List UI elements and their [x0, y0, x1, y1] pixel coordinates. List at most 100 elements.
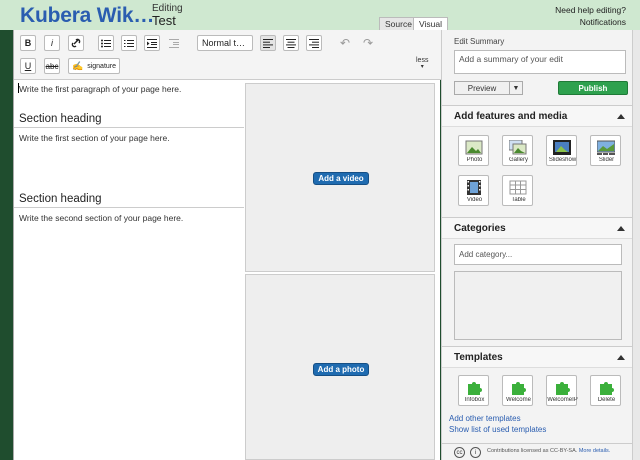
template-infobox-label: Infobox [464, 397, 485, 403]
section-heading-2[interactable]: Section heading [19, 193, 101, 205]
feature-slider-label: Slider [598, 157, 615, 163]
preview-button[interactable]: Preview [454, 81, 510, 95]
edit-summary-label: Edit Summary [454, 37, 505, 46]
used-templates-link[interactable]: Show list of used templates [449, 425, 546, 434]
section-heading-1[interactable]: Section heading [19, 113, 101, 125]
undo-icon: ↶ [339, 36, 351, 50]
numbered-list-button[interactable] [121, 35, 137, 51]
feature-gallery[interactable]: Gallery [502, 135, 533, 166]
template-delete-label: Delete [597, 397, 616, 403]
heading-rule [14, 127, 244, 128]
license-footer: cc i Contributions licensed as CC-BY-SA.… [442, 443, 633, 460]
feature-table[interactable]: Table [502, 175, 533, 206]
by-icon: i [470, 447, 481, 458]
editor-area: B i Normal t… ↶ ↷ U abc ✍ signature less… [13, 30, 441, 460]
outdent-button[interactable] [166, 35, 182, 51]
category-list [454, 271, 622, 340]
signature-button[interactable]: ✍ signature [68, 58, 120, 74]
edit-summary-input[interactable]: Add a summary of your edit [454, 50, 626, 74]
table-icon [509, 180, 527, 195]
less-toggle[interactable]: less ▾ [416, 57, 428, 70]
publish-button[interactable]: Publish [558, 81, 628, 95]
right-rail: Edit Summary Add a summary of your edit … [441, 30, 633, 460]
license-statement: Contributions licensed as CC-BY-SA. [487, 448, 578, 454]
feature-photo[interactable]: Photo [458, 135, 489, 166]
slider-icon [597, 140, 615, 155]
signature-label: signature [87, 62, 116, 70]
numbered-list-icon [124, 39, 134, 47]
photo-icon [465, 140, 483, 155]
add-templates-link[interactable]: Add other templates [449, 414, 521, 423]
align-left-icon [263, 38, 273, 48]
templates-header[interactable]: Templates [442, 346, 633, 368]
paragraph-3[interactable]: Write the second section of your page he… [19, 213, 183, 223]
help-link[interactable]: Need help editing? [555, 5, 626, 15]
collapse-icon[interactable] [617, 355, 625, 360]
feature-table-label: Table [511, 197, 526, 203]
puzzle-piece-icon [512, 382, 526, 395]
bullet-list-button[interactable] [98, 35, 114, 51]
collapse-icon[interactable] [617, 114, 625, 119]
slideshow-icon [553, 140, 571, 155]
tab-visual[interactable]: Visual [413, 17, 448, 30]
italic-button[interactable]: i [44, 35, 60, 51]
add-photo-button[interactable]: Add a photo [313, 363, 369, 376]
indent-button[interactable] [144, 35, 160, 51]
outdent-icon [169, 38, 179, 48]
template-delete[interactable]: Delete [590, 375, 621, 406]
format-select[interactable]: Normal t… [197, 35, 253, 51]
feature-video-label: Video [466, 197, 483, 203]
feature-slideshow[interactable]: Slideshow [546, 135, 577, 166]
underline-button[interactable]: U [20, 58, 36, 74]
feature-video[interactable]: Video [458, 175, 489, 206]
template-welcome[interactable]: Welcome [502, 375, 533, 406]
signature-icon: ✍ [71, 60, 84, 71]
puzzle-piece-icon [556, 382, 570, 395]
editor-toolbar: B i Normal t… ↶ ↷ U abc ✍ signature less… [14, 30, 441, 80]
align-left-button[interactable] [260, 35, 276, 51]
wiki-title[interactable]: Kubera Wik… [20, 4, 154, 28]
paragraph-2[interactable]: Write the first section of your page her… [19, 133, 170, 143]
add-video-button[interactable]: Add a video [313, 172, 369, 185]
heading-rule [14, 207, 244, 208]
align-center-button[interactable] [283, 35, 299, 51]
video-icon [467, 180, 481, 195]
paragraph-1[interactable]: Write the first paragraph of your page h… [19, 84, 181, 94]
less-arrow-icon: ▾ [420, 64, 424, 70]
align-right-button[interactable] [306, 35, 322, 51]
categories-header[interactable]: Categories [442, 217, 633, 239]
link-button[interactable] [68, 35, 84, 51]
feature-slideshow-label: Slideshow [548, 157, 577, 163]
page-scrollbar[interactable] [632, 30, 640, 460]
template-welcomeip-label: WelcomeIP [547, 397, 578, 403]
undo-button[interactable]: ↶ [337, 35, 353, 51]
redo-icon: ↷ [362, 36, 374, 50]
link-icon [71, 38, 81, 48]
license-text: Contributions licensed as CC-BY-SA. More… [487, 448, 610, 454]
template-infobox[interactable]: Infobox [458, 375, 489, 406]
category-input[interactable]: Add category... [454, 244, 622, 265]
templates-title: Templates [454, 352, 503, 363]
feature-photo-label: Photo [466, 157, 483, 163]
license-details-link[interactable]: More details. [579, 448, 611, 454]
align-center-icon [286, 38, 296, 48]
wiki-header: Kubera Wik… Editing Test Need help editi… [0, 0, 640, 30]
features-title: Add features and media [454, 111, 568, 122]
template-welcomeip[interactable]: WelcomeIP [546, 375, 578, 406]
bold-button[interactable]: B [20, 35, 36, 51]
categories-title: Categories [454, 223, 506, 234]
notifications-link[interactable]: Notifications [580, 17, 626, 27]
feature-slider[interactable]: Slider [590, 135, 621, 166]
bullet-list-icon [101, 39, 111, 47]
align-right-icon [309, 38, 319, 48]
video-placeholder: Add a video [245, 83, 435, 272]
page-name: Test [152, 13, 176, 28]
feature-gallery-label: Gallery [508, 157, 528, 163]
preview-dropdown[interactable]: ▼ [510, 81, 523, 95]
chevron-down-icon: ▼ [512, 84, 520, 92]
redo-button[interactable]: ↷ [360, 35, 376, 51]
features-header[interactable]: Add features and media [442, 105, 633, 127]
puzzle-piece-icon [468, 382, 482, 395]
collapse-icon[interactable] [617, 226, 625, 231]
strikethrough-button[interactable]: abc [44, 58, 60, 74]
